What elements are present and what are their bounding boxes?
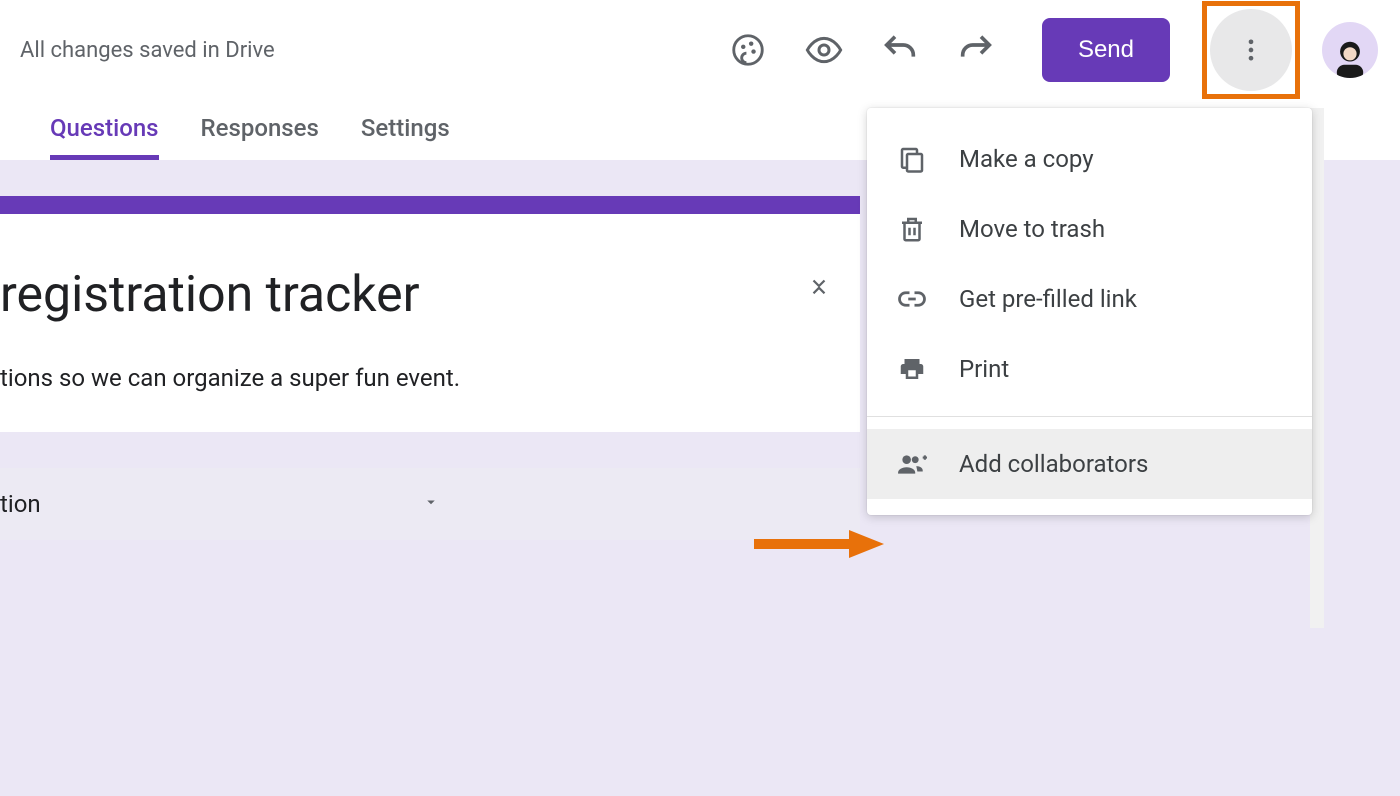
form-title[interactable]: registration tracker [0,266,860,324]
more-button[interactable] [1210,9,1292,91]
question-type-label: tion [0,490,41,518]
preview-icon[interactable] [804,30,844,70]
form-header-card[interactable]: registration tracker tions so we can org… [0,196,860,432]
theme-icon[interactable] [728,30,768,70]
menu-item-prefilled-link[interactable]: Get pre-filled link [867,264,1312,334]
undo-icon[interactable] [880,30,920,70]
form-description[interactable]: tions so we can organize a super fun eve… [0,364,860,392]
trash-icon [897,214,927,244]
send-button[interactable]: Send [1042,18,1170,82]
scrollbar[interactable] [1310,108,1324,628]
print-icon [897,354,927,384]
menu-item-add-collaborators[interactable]: Add collaborators [867,429,1312,499]
annotation-arrow [754,528,884,564]
top-toolbar: All changes saved in Drive Send [0,0,1400,100]
menu-item-label: Print [959,355,1009,383]
redo-icon[interactable] [956,30,996,70]
accent-bar [0,196,860,214]
question-card[interactable]: tion [0,468,860,540]
menu-divider [867,416,1312,417]
menu-item-label: Move to trash [959,215,1105,243]
copy-icon [897,144,927,174]
tab-settings[interactable]: Settings [361,114,450,160]
menu-item-label: Add collaborators [959,450,1148,478]
collapse-icon[interactable] [808,271,830,305]
save-status: All changes saved in Drive [20,38,275,63]
avatar[interactable] [1322,22,1378,78]
tab-responses[interactable]: Responses [201,114,319,160]
menu-item-label: Make a copy [959,145,1094,173]
menu-item-label: Get pre-filled link [959,285,1137,313]
link-icon [897,284,927,314]
menu-item-make-copy[interactable]: Make a copy [867,124,1312,194]
menu-item-print[interactable]: Print [867,334,1312,404]
more-menu: Make a copy Move to trash Get pre-filled… [867,108,1312,515]
tab-questions[interactable]: Questions [50,114,159,160]
toolbar-right: Send [728,1,1378,99]
people-add-icon [897,449,927,479]
menu-item-move-trash[interactable]: Move to trash [867,194,1312,264]
dropdown-arrow-icon[interactable] [422,493,440,515]
more-button-highlight [1202,1,1300,99]
more-vertical-icon [1237,36,1265,64]
